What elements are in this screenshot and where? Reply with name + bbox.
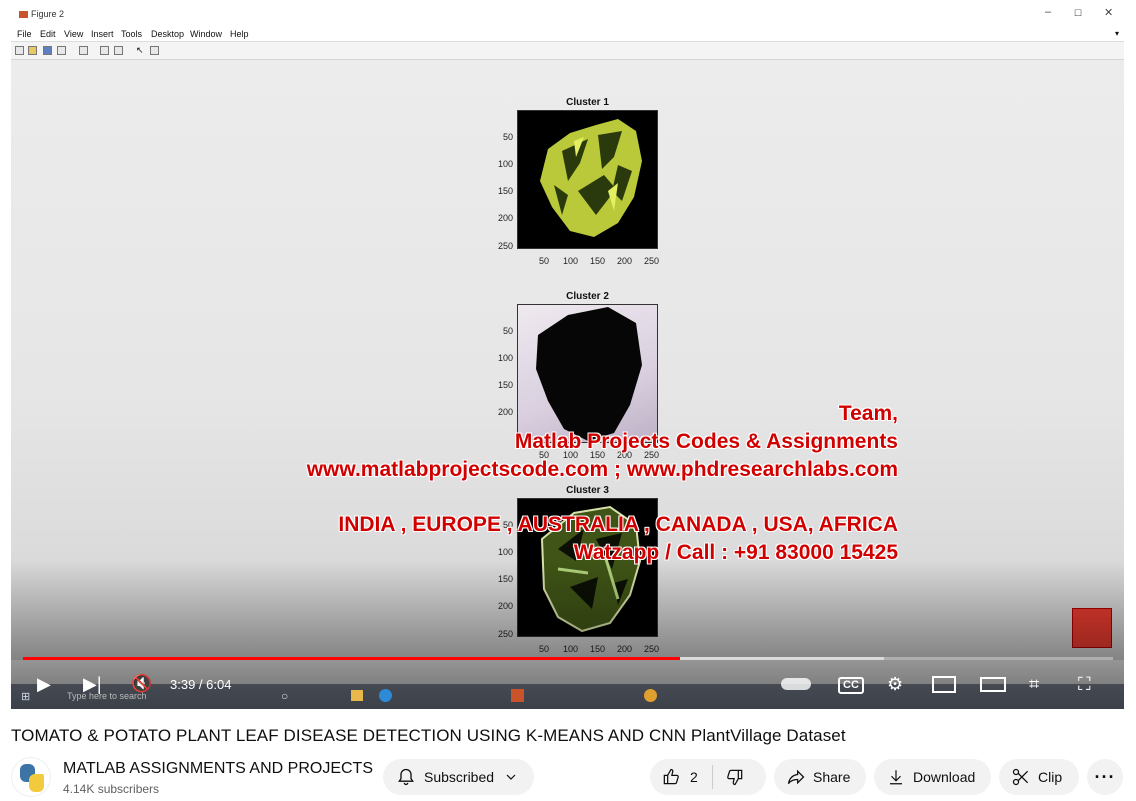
- y-tick: 200: [497, 213, 513, 223]
- clip-button[interactable]: Clip: [999, 759, 1079, 795]
- window-title: Figure 2: [19, 9, 64, 19]
- play-icon[interactable]: ▶: [37, 672, 51, 696]
- x-tick: 100: [563, 256, 579, 266]
- menu-help[interactable]: Help: [230, 29, 249, 39]
- more-actions-button[interactable]: ···: [1087, 759, 1123, 795]
- chevron-down-icon: [503, 769, 519, 785]
- y-tick: 100: [497, 353, 513, 363]
- like-icon[interactable]: [661, 767, 681, 787]
- y-tick: 150: [497, 380, 513, 390]
- maximize-button[interactable]: ☐: [1074, 8, 1082, 19]
- overlay-line: Team,: [838, 402, 898, 425]
- share-label: Share: [813, 769, 851, 785]
- menu-file[interactable]: File: [17, 29, 32, 39]
- overlay-line: Matlab Projects Codes & Assignments: [514, 430, 898, 453]
- cortana-icon: ○: [281, 689, 289, 703]
- share-button[interactable]: Share: [774, 759, 866, 795]
- matlab-title-bar: Figure 2 – ☐ ✕: [11, 0, 1124, 28]
- taskbar-edge-icon: [379, 689, 392, 702]
- y-tick: 100: [497, 159, 513, 169]
- menu-insert[interactable]: Insert: [91, 29, 114, 39]
- subplot-cluster-1: Cluster 1 50 100 150 200 250 50 100 150 …: [498, 97, 659, 266]
- subscribed-button[interactable]: Subscribed: [383, 759, 534, 795]
- video-player[interactable]: Figure 2 – ☐ ✕ File Edit View Insert Too…: [11, 0, 1124, 709]
- overlay-line: www.matlabprojectscode.com ; www.phdrese…: [306, 458, 898, 481]
- menu-view[interactable]: View: [64, 29, 83, 39]
- menu-window[interactable]: Window: [190, 29, 222, 39]
- open-file-icon[interactable]: [28, 46, 37, 55]
- download-label: Download: [913, 769, 976, 785]
- subplot-title: Cluster 2: [566, 291, 609, 302]
- played-bar: [23, 657, 681, 660]
- menu-edit[interactable]: Edit: [40, 29, 56, 39]
- minimize-button[interactable]: –: [1045, 6, 1051, 18]
- subscriber-count: 4.14K subscribers: [63, 782, 160, 796]
- mute-icon[interactable]: 🔇: [131, 672, 152, 696]
- theater-mode-icon[interactable]: [980, 677, 1006, 692]
- legend-icon[interactable]: [114, 46, 123, 55]
- next-video-icon[interactable]: ▶|: [83, 672, 102, 696]
- share-icon: [786, 767, 806, 787]
- settings-gear-icon[interactable]: ⚙: [887, 672, 903, 696]
- close-window-button[interactable]: ✕: [1104, 6, 1113, 19]
- bell-icon: [396, 767, 416, 787]
- y-tick: 150: [497, 186, 513, 196]
- colorbar-icon[interactable]: [100, 46, 109, 55]
- seek-bar[interactable]: [23, 657, 1113, 660]
- autoplay-toggle[interactable]: [781, 678, 811, 690]
- like-divider: [711, 765, 713, 789]
- matlab-toolbar: ↖: [11, 42, 1124, 60]
- x-tick: 50: [539, 256, 550, 266]
- taskbar-matlab-icon: [511, 689, 524, 702]
- pointer-icon[interactable]: ↖: [136, 45, 145, 55]
- captions-button[interactable]: CC: [838, 677, 864, 694]
- download-icon: [887, 768, 905, 786]
- windows-start-icon: ⊞: [21, 691, 31, 703]
- scissors-icon: [1011, 767, 1031, 787]
- dislike-icon[interactable]: [725, 767, 745, 787]
- taskbar-folder-icon: [351, 690, 363, 701]
- clip-label: Clip: [1038, 769, 1063, 785]
- link-plot-icon[interactable]: [79, 46, 88, 55]
- matlab-logo-icon: [19, 11, 28, 19]
- fullscreen-icon[interactable]: ⛶: [1078, 672, 1091, 696]
- time-display: 3:39 / 6:04: [170, 677, 232, 692]
- menu-tools[interactable]: Tools: [121, 29, 142, 39]
- channel-name[interactable]: MATLAB ASSIGNMENTS AND PROJECTS: [63, 760, 373, 778]
- x-tick: 150: [590, 256, 606, 266]
- like-dislike-group: 2: [650, 759, 766, 795]
- miniplayer-icon[interactable]: [932, 676, 956, 693]
- python-logo-icon-part: [29, 774, 44, 792]
- save-icon[interactable]: [43, 46, 52, 55]
- taskbar-chrome-icon: [644, 689, 657, 702]
- watermark-overlay-text: Team, Matlab Projects Codes & Assignment…: [307, 400, 898, 567]
- y-tick: 50: [502, 326, 513, 336]
- menu-desktop[interactable]: Desktop: [151, 29, 184, 39]
- overlay-line: INDIA , EUROPE , AUSTRALIA , CANADA , US…: [338, 513, 898, 536]
- menu-overflow-arrow-icon[interactable]: ▾: [1115, 29, 1119, 38]
- like-count: 2: [690, 769, 698, 785]
- taskbar-search: Type here to search: [67, 691, 147, 701]
- plot-tools-icon[interactable]: [150, 46, 159, 55]
- x-tick: 200: [617, 256, 633, 266]
- channel-avatar[interactable]: [11, 757, 51, 797]
- y-tick: 50: [502, 132, 513, 142]
- x-tick: 250: [644, 256, 660, 266]
- cast-icon[interactable]: ⌗: [1029, 672, 1039, 696]
- print-icon[interactable]: [57, 46, 66, 55]
- new-figure-icon[interactable]: [15, 46, 24, 55]
- download-button[interactable]: Download: [874, 759, 991, 795]
- y-tick: 250: [497, 241, 513, 251]
- subplot-title: Cluster 1: [566, 97, 609, 108]
- more-horizontal-icon: ···: [1094, 766, 1116, 787]
- video-title: TOMATO & POTATO PLANT LEAF DISEASE DETEC…: [11, 726, 846, 745]
- subscribed-label: Subscribed: [424, 769, 495, 785]
- cluster-1-image: [517, 110, 658, 249]
- matlab-menu-bar: File Edit View Insert Tools Desktop Wind…: [11, 28, 1124, 42]
